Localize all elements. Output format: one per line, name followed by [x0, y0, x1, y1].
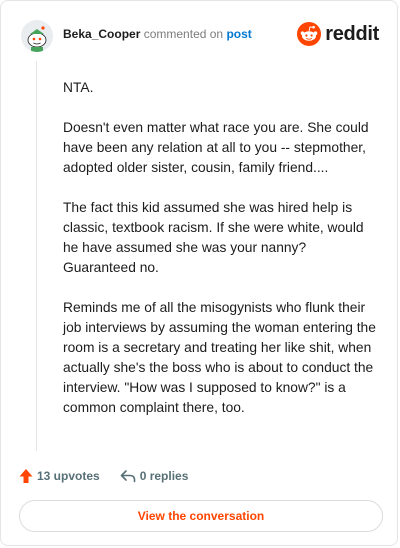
author-name[interactable]: Beka_Cooper: [63, 27, 140, 41]
upvote-button[interactable]: 13 upvotes: [19, 468, 100, 484]
comment-body: NTA. Doesn't even matter what race you a…: [63, 78, 381, 438]
reddit-logo-icon: [297, 22, 322, 46]
thread-line: [36, 61, 37, 451]
reply-count: 0 replies: [139, 469, 189, 483]
reddit-logo[interactable]: reddit: [297, 21, 379, 47]
post-link[interactable]: post: [226, 27, 251, 41]
comment-paragraph: Reminds me of all the misogynists who fl…: [63, 300, 376, 415]
comment-paragraph: Doesn't even matter what race you are. S…: [63, 120, 369, 175]
view-conversation-button[interactable]: View the conversation: [19, 500, 383, 532]
brand-wordmark: reddit: [325, 22, 379, 45]
comment-paragraph: The fact this kid assumed she was hired …: [63, 200, 364, 275]
reply-button[interactable]: 0 replies: [120, 469, 189, 483]
comment-header: Beka_Cooper commented on post reddit: [15, 16, 383, 54]
author-line: Beka_Cooper commented on post: [63, 27, 252, 41]
comment-actions: 13 upvotes 0 replies: [19, 467, 188, 485]
comment-paragraph: NTA.: [63, 80, 94, 95]
reply-arrow-icon: [120, 470, 136, 483]
upvote-count: 13 upvotes: [37, 469, 100, 483]
upvote-arrow-icon: [19, 469, 33, 483]
action-verb: commented on: [143, 27, 224, 41]
snoo-avatar-icon[interactable]: [21, 20, 53, 52]
comment-card: Beka_Cooper commented on post reddit NTA…: [0, 0, 398, 546]
